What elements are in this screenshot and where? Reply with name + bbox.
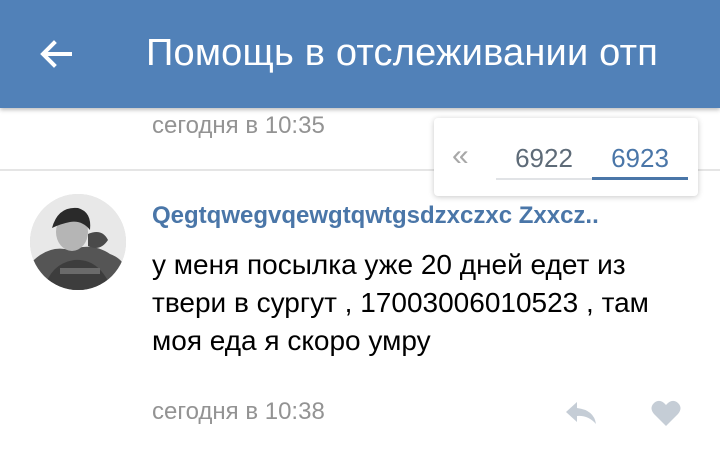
arrow-left-icon[interactable] [34,32,78,76]
page-link-6923-current[interactable]: 6923 [592,142,688,180]
heart-icon[interactable] [650,398,682,428]
double-chevron-left-icon[interactable]: « [452,140,469,172]
comment-author[interactable]: Qegtqwegvqewgtqwtgsdzxczxc Zxxcz.. [152,202,599,230]
avatar[interactable] [30,194,126,290]
previous-comment-time: сегодня в 10:35 [152,112,325,139]
comment-time: сегодня в 10:38 [152,398,325,425]
page-switcher: « 6922 6923 [434,118,698,196]
app-header: Помощь в отслеживании отп [0,0,720,108]
reply-icon[interactable] [564,398,598,428]
comment-text: у меня посылка уже 20 дней едет из твери… [152,249,649,356]
page-title: Помощь в отслеживании отп [146,32,659,74]
page-link-6922[interactable]: 6922 [496,142,592,180]
avatar-photo [30,194,126,290]
